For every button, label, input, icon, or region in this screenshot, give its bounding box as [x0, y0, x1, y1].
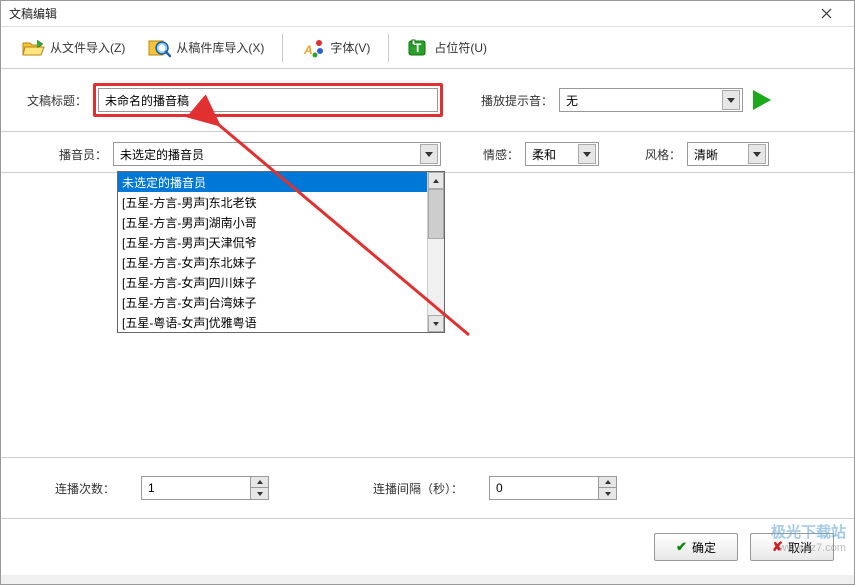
style-value: 清晰 [694, 146, 718, 163]
ok-button[interactable]: ✔ 确定 [654, 533, 738, 561]
scrollbar[interactable] [427, 172, 444, 332]
dropdown-item[interactable]: [五星-方言-男声]天津侃爷 [118, 232, 427, 252]
font-label: 字体(V) [330, 39, 370, 56]
toolbar-separator [388, 34, 389, 62]
play-sound-combo[interactable]: 无 [559, 88, 743, 112]
spin-down-button[interactable] [599, 488, 616, 499]
spin-up-button[interactable] [251, 477, 268, 488]
scroll-thumb[interactable] [428, 189, 444, 239]
toolbar-separator [282, 34, 283, 62]
repeat-label: 连播次数： [49, 480, 121, 497]
title-input[interactable] [98, 88, 438, 112]
dropdown-item[interactable]: [五星-方言-女声]台湾妹子 [118, 292, 427, 312]
dropdown-item[interactable]: [五星-方言-女声]东北妹子 [118, 252, 427, 272]
announcer-dropdown: 未选定的播音员[五星-方言-男声]东北老铁[五星-方言-男声]湖南小哥[五星-方… [117, 171, 445, 333]
announcer-label: 播音员： [41, 146, 113, 163]
repeat-input[interactable] [141, 476, 251, 500]
play-button[interactable] [753, 90, 771, 110]
chevron-down-icon[interactable] [578, 144, 596, 164]
interval-label: 连播间隔（秒）： [359, 480, 469, 497]
check-icon: ✔ [676, 539, 687, 555]
play-sound-label: 播放提示音： [477, 92, 559, 109]
font-button[interactable]: A 字体(V) [295, 33, 376, 63]
chevron-down-icon[interactable] [722, 90, 740, 110]
font-icon: A [301, 37, 325, 59]
interval-spinner[interactable] [489, 476, 617, 500]
svg-text:T: T [414, 41, 422, 55]
spin-down-button[interactable] [251, 488, 268, 499]
spin-up-button[interactable] [599, 477, 616, 488]
chevron-down-icon[interactable] [748, 144, 766, 164]
dropdown-item[interactable]: [五星-方言-女声]四川妹子 [118, 272, 427, 292]
scroll-down-button[interactable] [428, 315, 444, 332]
import-library-label: 从稿件库导入(X) [176, 39, 264, 56]
watermark-title: 极光下载站 [771, 521, 846, 542]
scroll-up-button[interactable] [428, 172, 444, 189]
close-icon [821, 8, 832, 19]
style-label: 风格： [643, 146, 687, 163]
ok-label: 确定 [692, 539, 716, 556]
watermark: 极光下载站 www.xz7.com [771, 521, 846, 554]
import-file-button[interactable]: 从文件导入(Z) [15, 34, 131, 62]
placeholder-label: 占位符(U) [434, 39, 487, 56]
emotion-label: 情感： [481, 146, 525, 163]
announcer-value: 未选定的播音员 [120, 146, 204, 163]
chevron-down-icon[interactable] [420, 144, 438, 164]
title-label: 文稿标题： [21, 92, 93, 109]
close-button[interactable] [806, 2, 846, 26]
announcer-combo[interactable]: 未选定的播音员 [113, 142, 441, 166]
interval-input[interactable] [489, 476, 599, 500]
placeholder-button[interactable]: T 占位符(U) [401, 34, 493, 62]
import-file-label: 从文件导入(Z) [50, 39, 125, 56]
dropdown-item[interactable]: [五星-方言-男声]东北老铁 [118, 192, 427, 212]
folder-search-icon [147, 37, 171, 59]
folder-open-icon [21, 38, 45, 58]
emotion-combo[interactable]: 柔和 [525, 142, 599, 166]
dropdown-item[interactable]: [五星-粤语-女声]优雅粤语 [118, 312, 427, 332]
placeholder-icon: T [407, 38, 429, 58]
svg-text:A: A [303, 43, 313, 57]
repeat-spinner[interactable] [141, 476, 269, 500]
emotion-value: 柔和 [532, 146, 556, 163]
import-library-button[interactable]: 从稿件库导入(X) [141, 33, 270, 63]
style-combo[interactable]: 清晰 [687, 142, 769, 166]
watermark-url: www.xz7.com [771, 542, 846, 554]
dropdown-item[interactable]: [五星-方言-男声]湖南小哥 [118, 212, 427, 232]
play-sound-value: 无 [566, 92, 578, 109]
dropdown-item[interactable]: 未选定的播音员 [118, 172, 427, 192]
window-title: 文稿编辑 [9, 5, 806, 22]
